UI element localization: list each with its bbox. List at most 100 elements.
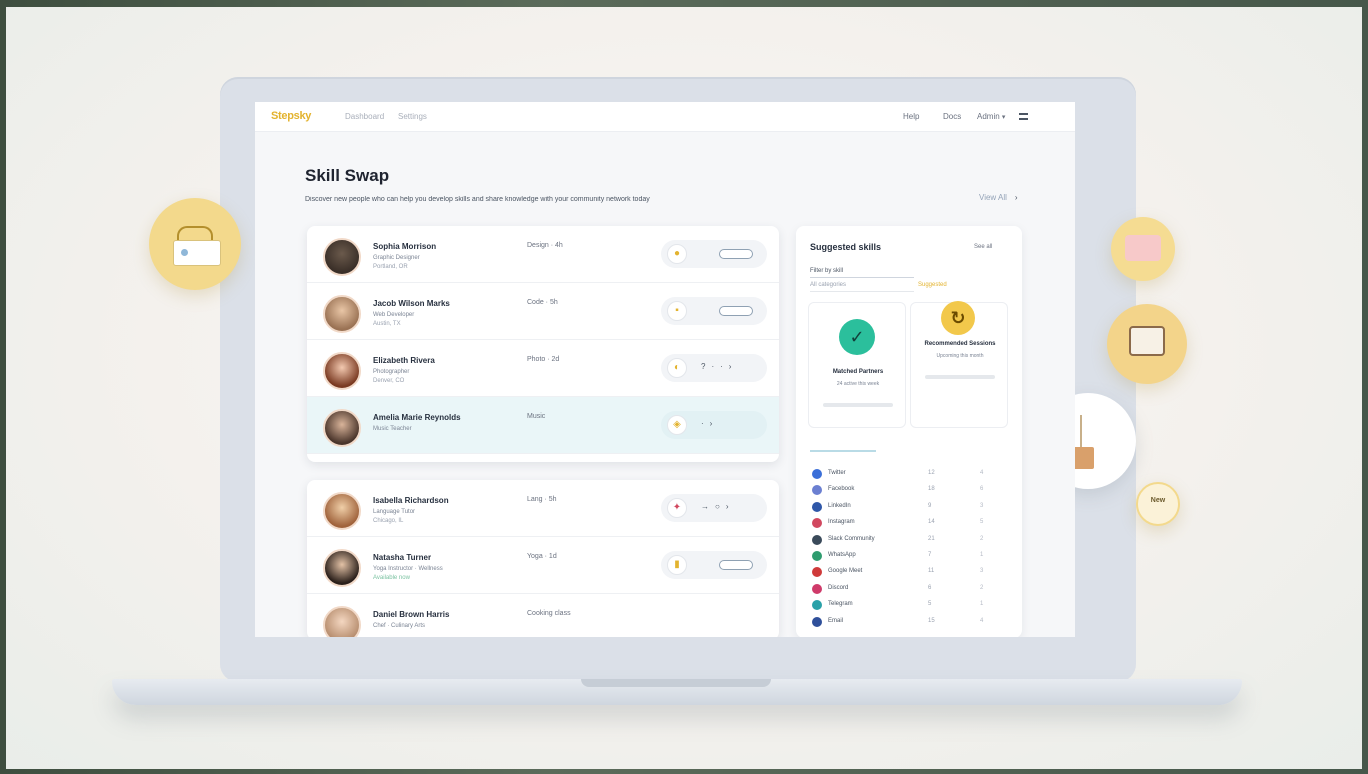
panel-title: Suggested skills bbox=[810, 242, 882, 252]
avatar bbox=[323, 295, 361, 333]
row-actions: ◐ ?··› bbox=[661, 354, 767, 382]
channel-label: Slack Community bbox=[828, 535, 875, 542]
channel-label: Discord bbox=[828, 584, 849, 591]
bell-icon[interactable]: ● bbox=[667, 244, 687, 264]
nav-docs[interactable]: Docs bbox=[943, 112, 961, 121]
channel-row[interactable]: Telegram 5 1 bbox=[812, 597, 1008, 613]
monitor-icon bbox=[1129, 326, 1165, 356]
channel-count: 12 bbox=[928, 470, 935, 476]
chat-icon[interactable]: ▪ bbox=[667, 301, 687, 321]
stat-note: Upcoming this month bbox=[936, 353, 984, 359]
stat-divider bbox=[823, 403, 893, 407]
person-role: Chef · Culinary Arts bbox=[373, 623, 426, 629]
nav-admin[interactable]: Admin ▾ bbox=[977, 112, 1005, 121]
section-divider bbox=[810, 450, 876, 452]
channel-unread: 1 bbox=[980, 551, 984, 558]
person-name: Natasha Turner bbox=[373, 553, 432, 562]
channel-count: 6 bbox=[928, 584, 932, 591]
channel-icon bbox=[812, 600, 822, 611]
page-title: Skill Swap bbox=[305, 166, 390, 185]
page-subtitle: Discover new people who can help you dev… bbox=[305, 196, 650, 203]
channel-count: 14 bbox=[928, 519, 935, 526]
person-name: Elizabeth Rivera bbox=[373, 356, 435, 365]
list-item[interactable]: Isabella Richardson Language Tutor Chica… bbox=[307, 480, 779, 537]
channel-count: 15 bbox=[928, 617, 935, 624]
channel-unread: 5 bbox=[980, 519, 984, 526]
channel-icon bbox=[812, 567, 822, 578]
chevron-down-icon: ▾ bbox=[1001, 114, 1006, 121]
channel-count: 21 bbox=[928, 535, 935, 542]
more-options-icon[interactable]: →○› bbox=[701, 502, 735, 511]
skill-filter-select[interactable]: All categories bbox=[810, 282, 914, 292]
channel-icon bbox=[812, 534, 822, 545]
monitor-bubble bbox=[1107, 304, 1187, 384]
channel-row[interactable]: WhatsApp 7 1 bbox=[812, 548, 1008, 564]
channel-count: 9 bbox=[928, 502, 932, 509]
app-logo[interactable]: Stepsky bbox=[271, 110, 311, 122]
channel-row[interactable]: Instagram 14 5 bbox=[812, 515, 1008, 531]
channel-label: Telegram bbox=[828, 601, 853, 608]
cake-icon bbox=[1125, 235, 1161, 261]
recommended-sessions-card[interactable]: ↻ Recommended Sessions Upcoming this mon… bbox=[910, 301, 1008, 428]
channel-count: 11 bbox=[928, 568, 935, 575]
sticker-icon[interactable]: ✦ bbox=[667, 498, 687, 518]
cake-bubble bbox=[1111, 217, 1175, 281]
skill-filter-label: Filter by skill bbox=[810, 268, 914, 278]
view-all-label: View All bbox=[979, 193, 1007, 202]
person-meta: Cooking class bbox=[527, 610, 571, 617]
connect-toggle[interactable] bbox=[719, 249, 753, 259]
avatar bbox=[323, 606, 361, 637]
list-item[interactable]: Natasha Turner Yoga Instructor · Wellnes… bbox=[307, 537, 779, 594]
channel-row[interactable]: Google Meet 11 3 bbox=[812, 564, 1008, 580]
list-item[interactable]: Sophia Morrison Graphic Designer Portlan… bbox=[307, 226, 779, 283]
nav-link-dashboard[interactable]: Dashboard bbox=[345, 112, 384, 121]
channel-unread: 4 bbox=[980, 470, 984, 476]
badge-icon[interactable]: ◐ bbox=[667, 358, 687, 378]
panel-see-all-link[interactable]: See all bbox=[974, 244, 992, 250]
avatar bbox=[323, 352, 361, 390]
channel-label: WhatsApp bbox=[828, 551, 856, 558]
list-item[interactable]: Jacob Wilson Marks Web Developer Austin,… bbox=[307, 283, 779, 340]
calendar-icon[interactable]: ▮ bbox=[667, 555, 687, 575]
list-item[interactable]: Daniel Brown Harris Chef · Culinary Arts… bbox=[307, 594, 779, 637]
channel-row[interactable]: Discord 6 2 bbox=[812, 581, 1008, 597]
channel-row[interactable]: Twitter 12 4 bbox=[812, 466, 1008, 482]
channel-row[interactable]: LinkedIn 9 3 bbox=[812, 499, 1008, 515]
avatar bbox=[323, 549, 361, 587]
person-meta: Lang · 5h bbox=[527, 496, 557, 503]
channel-row[interactable]: Email 15 4 bbox=[812, 614, 1008, 630]
channel-list: Twitter 12 4 Facebook 18 6 LinkedIn 9 3 Instagram… bbox=[812, 466, 1008, 630]
channel-unread: 3 bbox=[980, 502, 984, 509]
channel-icon bbox=[812, 485, 822, 496]
nav-link-settings[interactable]: Settings bbox=[398, 112, 427, 121]
mail-bubble bbox=[149, 198, 241, 290]
row-actions: ▪ bbox=[661, 297, 767, 325]
channel-icon bbox=[812, 550, 822, 561]
connect-toggle[interactable] bbox=[719, 306, 753, 316]
view-all-link[interactable]: View All › bbox=[979, 193, 1018, 202]
person-location: Chicago, IL bbox=[373, 518, 404, 524]
channel-unread: 1 bbox=[980, 601, 984, 608]
matched-partners-card[interactable]: ✓ Matched Partners 24 active this week bbox=[808, 302, 906, 428]
hamburger-menu-icon[interactable] bbox=[1019, 113, 1028, 120]
channel-row[interactable]: Slack Community 21 2 bbox=[812, 532, 1008, 548]
nav-admin-label: Admin bbox=[977, 112, 1000, 121]
avatar bbox=[323, 492, 361, 530]
more-options-icon[interactable]: ?··› bbox=[701, 362, 737, 371]
channel-row[interactable]: Facebook 18 6 bbox=[812, 482, 1008, 498]
row-actions: ✦ →○› bbox=[661, 494, 767, 522]
stat-note: 24 active this week bbox=[836, 381, 880, 387]
tag-icon[interactable]: ◈ bbox=[667, 415, 687, 435]
channel-label: Twitter bbox=[828, 470, 846, 476]
stat-label: Recommended Sessions bbox=[924, 341, 996, 347]
person-name: Isabella Richardson bbox=[373, 496, 449, 505]
chevron-right-icon: › bbox=[1014, 193, 1018, 202]
row-actions: ◈ ·› bbox=[661, 411, 767, 439]
channel-unread: 2 bbox=[980, 535, 984, 542]
list-item-selected[interactable]: Amelia Marie Reynolds Music Teacher Musi… bbox=[307, 397, 779, 454]
nav-help[interactable]: Help bbox=[903, 112, 919, 121]
more-options-icon[interactable]: ·› bbox=[701, 419, 718, 428]
connect-toggle[interactable] bbox=[719, 560, 753, 570]
refresh-icon: ↻ bbox=[941, 301, 975, 335]
list-item[interactable]: Elizabeth Rivera Photographer Denver, CO… bbox=[307, 340, 779, 397]
